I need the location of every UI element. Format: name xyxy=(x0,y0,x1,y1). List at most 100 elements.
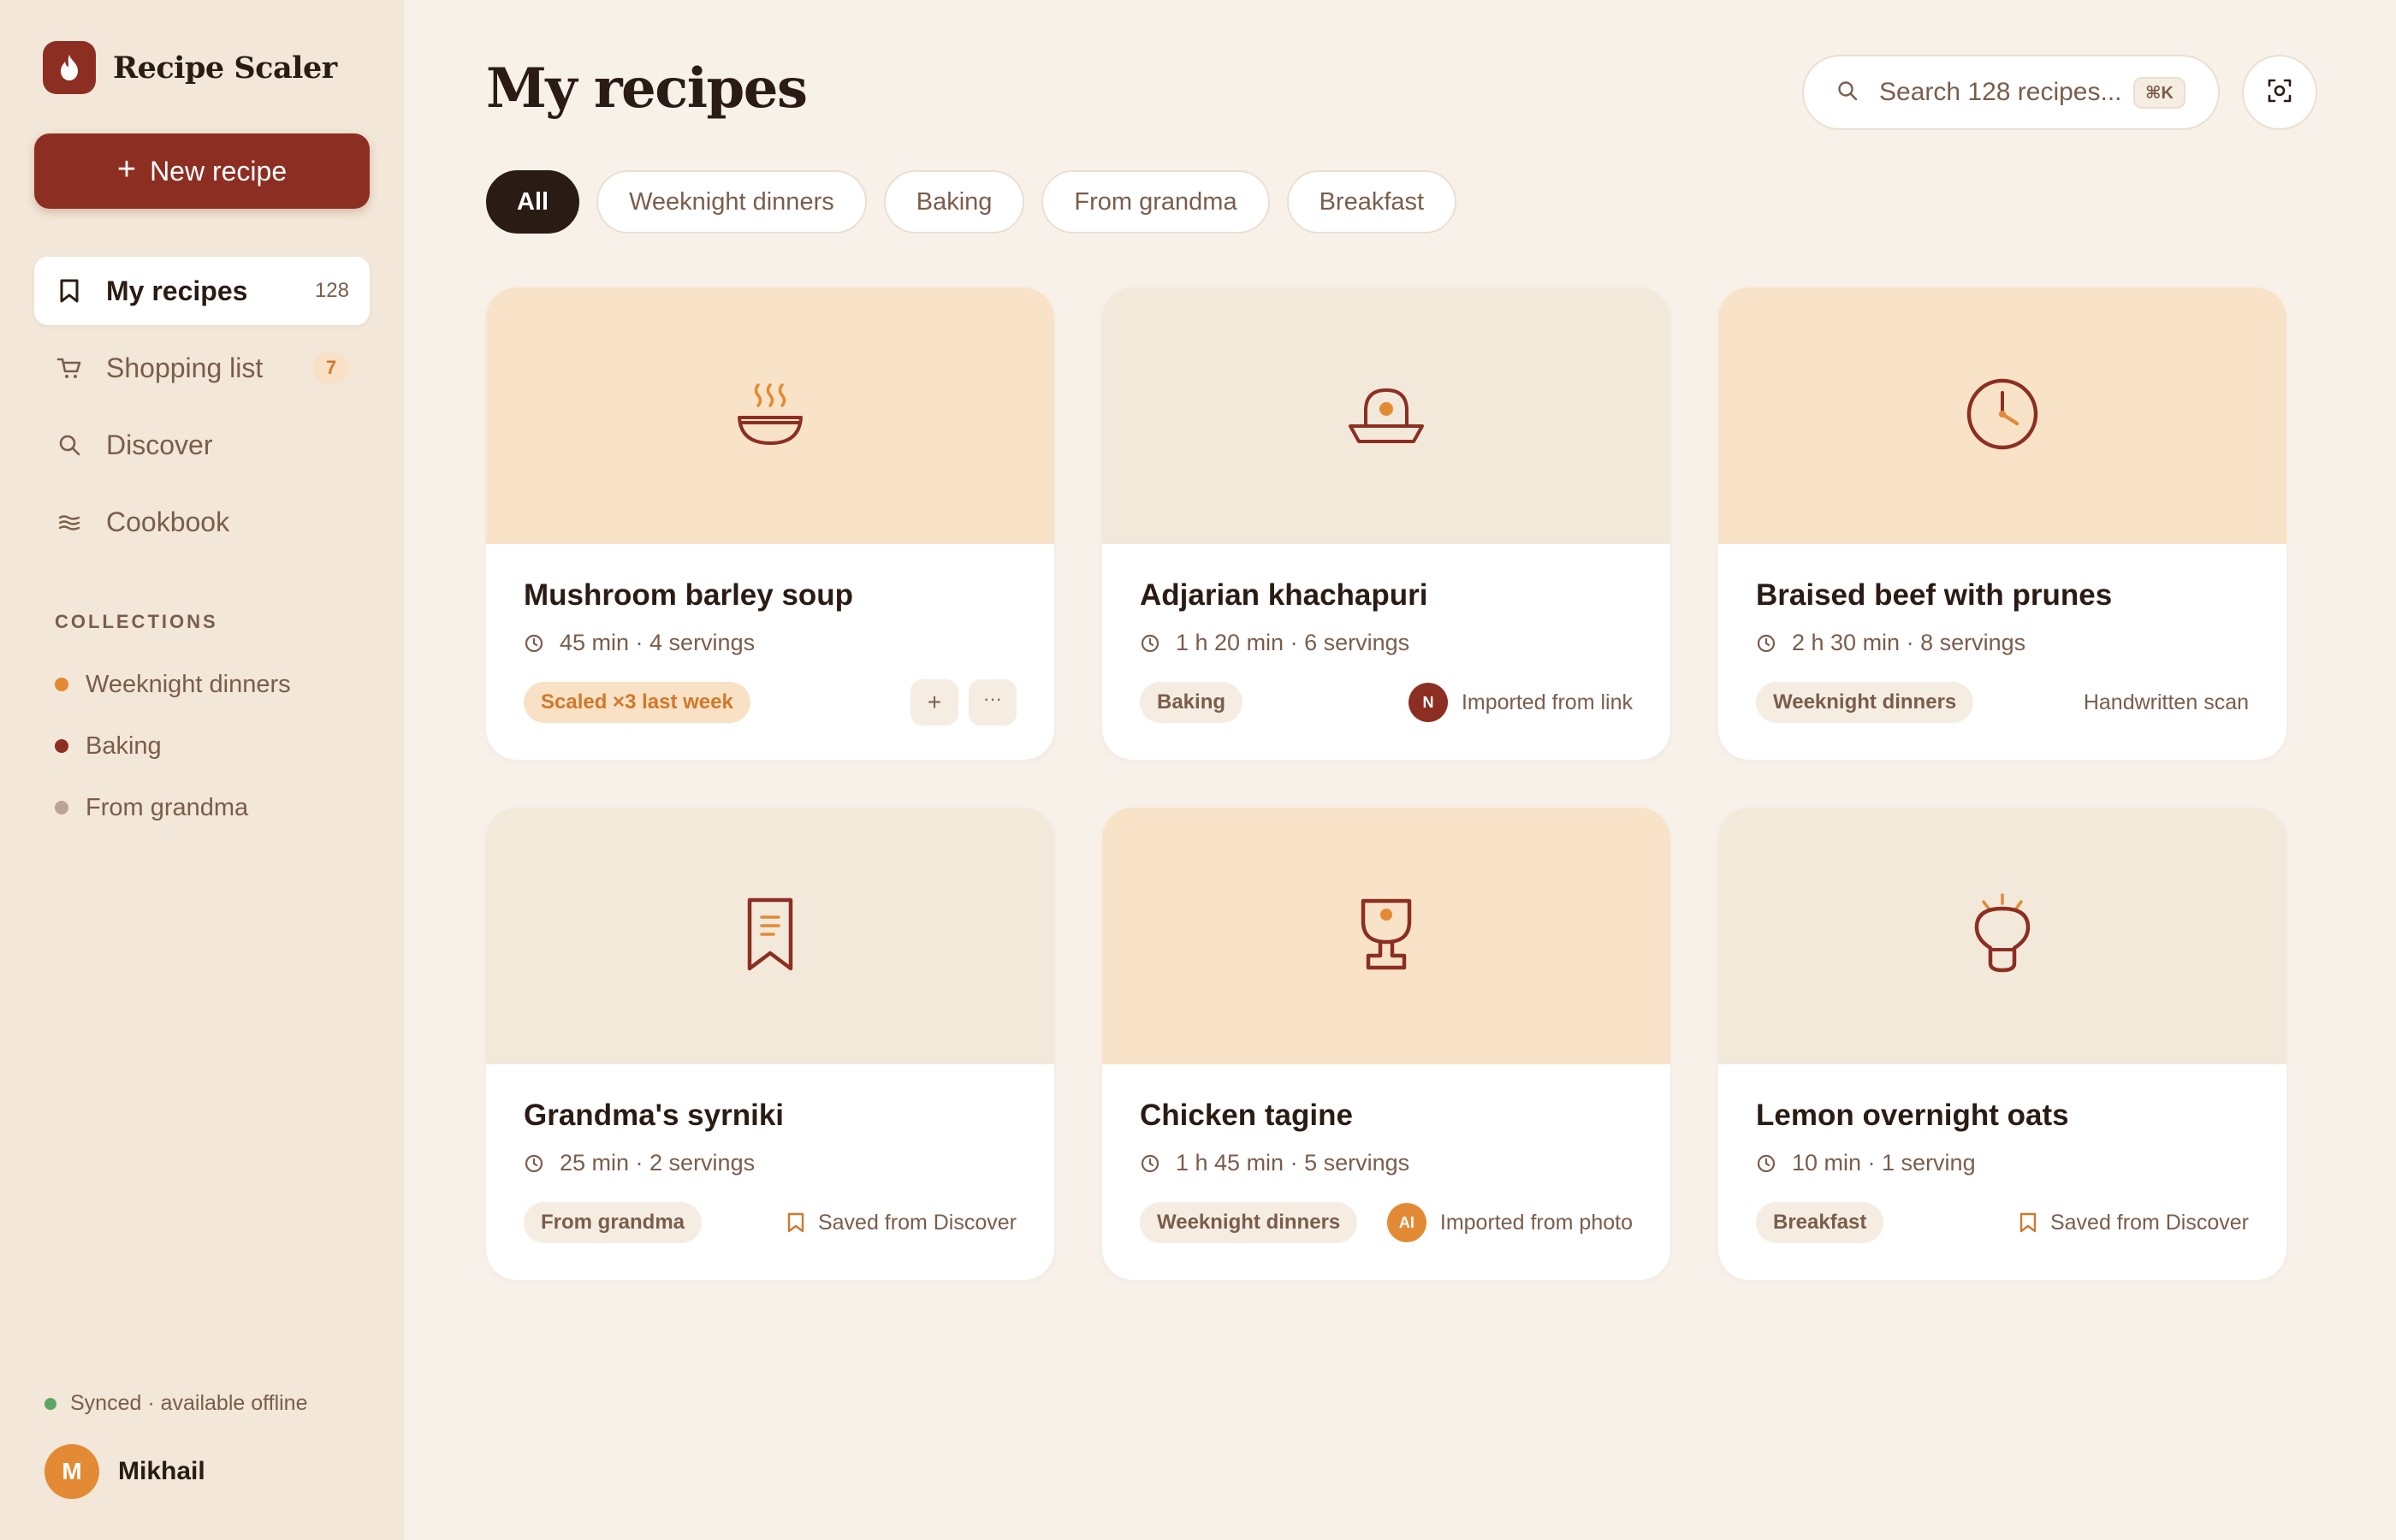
recipe-meta: 2 h 30 min · 8 servings xyxy=(1756,630,2025,656)
clock-icon xyxy=(1757,1154,1776,1172)
brand[interactable]: Recipe Scaler xyxy=(43,41,337,94)
recipe-source-text: Handwritten scan xyxy=(2083,690,2249,714)
oats-jar-icon xyxy=(1972,892,2033,980)
search-icon xyxy=(56,432,82,458)
recipe-meta-text: 45 min · 4 servings xyxy=(560,630,756,655)
recipe-card[interactable]: Mushroom barley soup 45 min · 4 servings… xyxy=(486,287,1054,760)
search-placeholder: Search 128 recipes... xyxy=(1879,78,2122,106)
nav-item-shopping-list[interactable]: Shopping list 7 xyxy=(34,334,370,402)
recipe-hero xyxy=(1718,808,2286,1064)
soup-bowl-icon xyxy=(734,378,806,454)
recipe-title: Adjarian khachapuri xyxy=(1140,578,1428,612)
more-options-button[interactable]: ··· xyxy=(969,679,1017,726)
recipe-tag: Breakfast xyxy=(1756,1202,1884,1243)
search-input[interactable]: Search 128 recipes... ⌘K xyxy=(1802,55,2220,130)
new-recipe-label: New recipe xyxy=(150,155,288,187)
clock-icon xyxy=(1964,376,2041,457)
search-shortcut-hint: ⌘K xyxy=(2133,76,2185,109)
scan-recipe-button[interactable] xyxy=(2242,55,2317,130)
recipe-card-body: Chicken tagine 1 h 45 min · 5 servings W… xyxy=(1102,1064,1670,1280)
app-name: Recipe Scaler xyxy=(113,50,337,86)
recipe-source-text: Imported from photo xyxy=(1439,1210,1633,1235)
recipe-meta: 1 h 20 min · 6 servings xyxy=(1140,630,1409,656)
recipe-meta: 45 min · 4 servings xyxy=(524,630,755,656)
filter-chip-breakfast[interactable]: Breakfast xyxy=(1286,170,1457,234)
user-name: Mikhail xyxy=(118,1457,205,1485)
filter-chip-all[interactable]: All xyxy=(486,170,580,234)
flame-logo-icon xyxy=(43,41,96,94)
sync-status-dot xyxy=(44,1397,56,1410)
nav-item-cookbook[interactable]: Cookbook xyxy=(34,488,370,556)
recipe-title: Braised beef with prunes xyxy=(1756,578,2113,612)
filter-chip-from-grandma[interactable]: From grandma xyxy=(1041,170,1270,234)
recipe-hero xyxy=(486,287,1054,544)
recipe-source: AI Imported from photo xyxy=(1386,1203,1633,1242)
plus-icon: + xyxy=(116,151,137,187)
clock-icon xyxy=(525,1154,543,1172)
bookmark-icon xyxy=(56,278,82,304)
nav-item-discover[interactable]: Discover xyxy=(34,411,370,479)
collection-label: Baking xyxy=(86,732,162,760)
goblet-icon xyxy=(1356,896,1416,977)
recipe-meta-text: 1 h 20 min · 6 servings xyxy=(1176,630,1410,655)
recipe-card[interactable]: Lemon overnight oats 10 min · 1 serving … xyxy=(1718,808,2286,1280)
scaled-badge: Scaled ×3 last week xyxy=(524,682,750,723)
collection-weeknight-dinners[interactable]: Weeknight dinners xyxy=(55,654,291,715)
recipe-meta-text: 2 h 30 min · 8 servings xyxy=(1792,630,2026,655)
recipe-hero xyxy=(1102,287,1670,544)
card-actions: + ··· xyxy=(900,679,1017,726)
bookmark-icon xyxy=(2019,1212,2037,1233)
avatar: M xyxy=(44,1444,99,1499)
plus-icon: + xyxy=(927,689,942,715)
recipe-card-body: Grandma's syrniki 25 min · 2 servings Fr… xyxy=(486,1064,1054,1280)
recipe-card-body: Lemon overnight oats 10 min · 1 serving … xyxy=(1718,1064,2286,1280)
recipe-source: Saved from Discover xyxy=(786,1211,1017,1235)
filter-chip-weeknight-dinners[interactable]: Weeknight dinners xyxy=(596,170,867,234)
collection-color-dot xyxy=(55,801,68,814)
recipe-source: Saved from Discover xyxy=(2018,1211,2249,1235)
collection-color-dot xyxy=(55,678,68,691)
new-recipe-button[interactable]: + New recipe xyxy=(34,133,370,209)
source-avatar: N xyxy=(1408,683,1448,722)
recipe-bookmark-icon xyxy=(744,897,796,976)
clock-icon xyxy=(1757,634,1776,652)
recipe-meta: 10 min · 1 serving xyxy=(1756,1150,1976,1176)
source-avatar: AI xyxy=(1386,1203,1426,1242)
recipe-hero xyxy=(1102,808,1670,1064)
collection-baking[interactable]: Baking xyxy=(55,715,291,777)
sidebar: Recipe Scaler + New recipe My recipes 12… xyxy=(0,0,404,1540)
recipe-source: N Imported from link xyxy=(1408,683,1633,722)
search-icon xyxy=(1836,80,1859,106)
shopping-count-badge: 7 xyxy=(313,352,349,384)
recipe-meta: 25 min · 2 servings xyxy=(524,1150,755,1176)
recipe-meta-text: 10 min · 1 serving xyxy=(1792,1150,1976,1176)
recipe-title: Grandma's syrniki xyxy=(524,1099,785,1132)
recipe-source-text: Saved from Discover xyxy=(2049,1210,2249,1235)
bookmark-icon xyxy=(787,1212,804,1233)
recipe-tag: Baking xyxy=(1140,682,1243,723)
filter-chip-baking[interactable]: Baking xyxy=(883,170,1025,234)
recipe-card-footer: Weeknight dinners Handwritten scan xyxy=(1756,681,2249,724)
recipe-card-body: Mushroom barley soup 45 min · 4 servings… xyxy=(486,544,1054,760)
recipe-card[interactable]: Adjarian khachapuri 1 h 20 min · 6 servi… xyxy=(1102,287,1670,760)
recipe-hero xyxy=(1718,287,2286,544)
nav-label: Cookbook xyxy=(106,506,230,537)
add-to-list-button[interactable]: + xyxy=(910,679,958,726)
recipe-card[interactable]: Grandma's syrniki 25 min · 2 servings Fr… xyxy=(486,808,1054,1280)
nav-item-my-recipes[interactable]: My recipes 128 xyxy=(34,257,370,325)
recipe-card[interactable]: Chicken tagine 1 h 45 min · 5 servings W… xyxy=(1102,808,1670,1280)
collections-list: Weeknight dinners Baking From grandma xyxy=(55,654,291,838)
sync-status: Synced · available offline xyxy=(44,1391,308,1416)
collection-label: Weeknight dinners xyxy=(86,670,291,698)
sync-status-text: Synced · available offline xyxy=(70,1391,308,1415)
clock-icon xyxy=(1141,1154,1159,1172)
recipe-meta-text: 1 h 45 min · 5 servings xyxy=(1176,1150,1410,1176)
collection-from-grandma[interactable]: From grandma xyxy=(55,777,291,838)
scan-icon xyxy=(2267,78,2292,108)
recipe-card-footer: Breakfast Saved from Discover xyxy=(1756,1201,2249,1244)
recipe-card[interactable]: Braised beef with prunes 2 h 30 min · 8 … xyxy=(1718,287,2286,760)
recipe-meta-text: 25 min · 2 servings xyxy=(560,1150,756,1176)
recipe-title: Lemon overnight oats xyxy=(1756,1099,2069,1132)
user-profile[interactable]: M Mikhail xyxy=(44,1444,205,1499)
clock-icon xyxy=(1141,634,1159,652)
